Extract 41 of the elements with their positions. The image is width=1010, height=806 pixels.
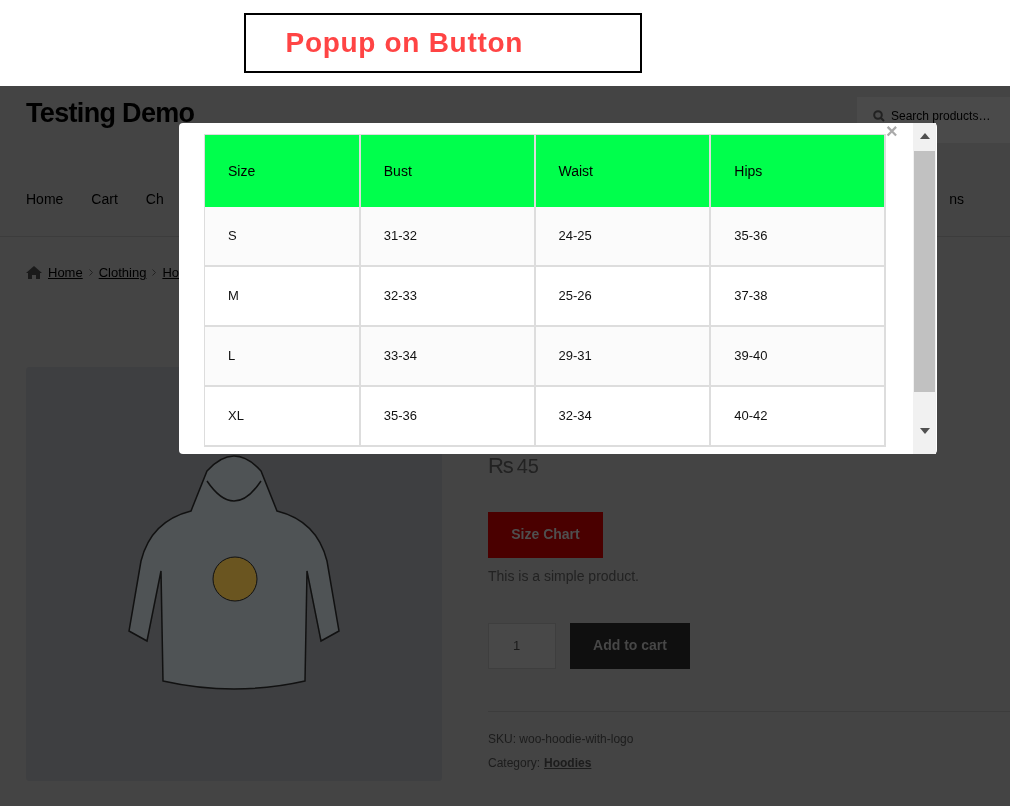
nav-link[interactable]: Home xyxy=(26,189,64,210)
table-header-cell: Hips xyxy=(711,134,886,207)
table-header-cell: Bust xyxy=(360,134,536,207)
table-cell: 33-34 xyxy=(360,327,536,387)
size-chart-button[interactable]: Size Chart xyxy=(488,511,603,558)
nav-link[interactable]: Cart xyxy=(91,189,118,210)
chevron-icon xyxy=(152,269,157,277)
table-cell: M xyxy=(205,267,361,327)
table-cell: XL xyxy=(205,387,361,447)
close-button[interactable]: × xyxy=(886,121,898,139)
table-cell: 35-36 xyxy=(360,387,536,447)
table-cell: S xyxy=(205,207,361,267)
nav-link[interactable]: Ch xyxy=(145,189,164,210)
breadcrumb-link[interactable]: Ho xyxy=(162,263,179,283)
table-cell: 24-25 xyxy=(535,207,712,267)
table-cell: 37-38 xyxy=(711,267,886,327)
site-title[interactable]: Testing Demo xyxy=(26,98,195,143)
scrollbar[interactable] xyxy=(913,123,936,454)
table-cell: 31-32 xyxy=(360,207,536,267)
add-to-cart-button[interactable]: Add to cart xyxy=(570,622,690,669)
table-cell: L xyxy=(205,327,361,387)
scroll-up-icon[interactable] xyxy=(919,133,930,139)
table-cell: 32-34 xyxy=(535,387,712,447)
table-cell: 29-31 xyxy=(535,327,712,387)
scroll-down-icon[interactable] xyxy=(919,428,930,434)
table-cell: 35-36 xyxy=(711,207,886,267)
table-cell: 40-42 xyxy=(711,387,886,447)
home-icon xyxy=(26,266,42,280)
scrollbar-thumb[interactable] xyxy=(914,151,935,392)
table-header-cell: Size xyxy=(205,134,361,207)
nav-link[interactable]: ns xyxy=(949,189,964,210)
breadcrumb-link[interactable]: Clothing xyxy=(98,263,147,283)
table-header-cell: Waist xyxy=(535,134,712,207)
search-placeholder: Search products… xyxy=(891,110,991,123)
table-cell: 32-33 xyxy=(360,267,536,327)
breadcrumb-link[interactable]: Home xyxy=(48,263,83,283)
chevron-icon xyxy=(88,269,93,277)
search-icon xyxy=(873,110,885,122)
banner-title: Popup on Button xyxy=(243,13,642,73)
table-cell: 25-26 xyxy=(535,267,712,327)
table-cell: 39-40 xyxy=(711,327,886,387)
